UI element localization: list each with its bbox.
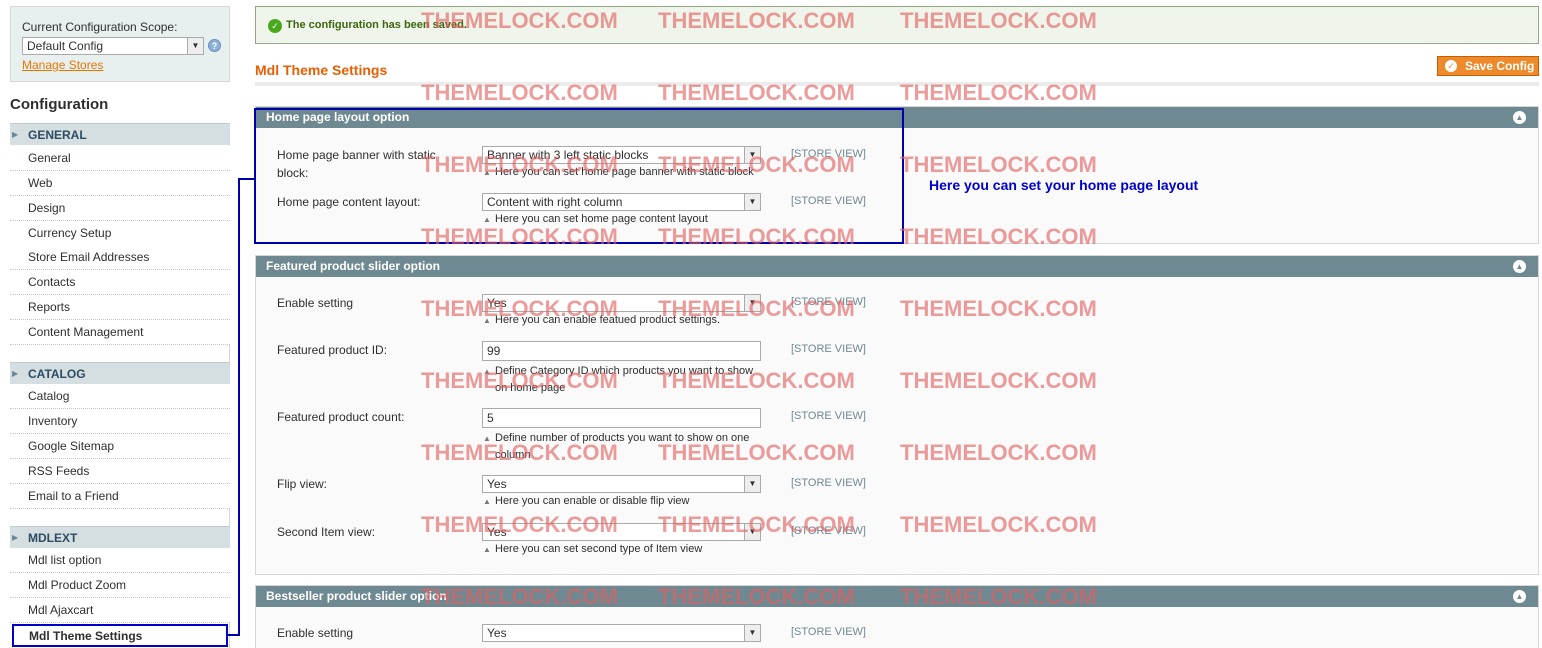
fieldset-bestseller-slider: Bestseller product slider option ▲ Enabl… [255,585,1539,648]
note-triangle-icon: ▲ [483,545,491,554]
sidebar-item-currency-setup[interactable]: Currency Setup [10,221,230,246]
section-label: GENERAL [28,128,87,142]
section-catalog[interactable]: ▶ CATALOG [10,362,230,384]
chevron-down-icon: ▼ [744,295,760,311]
scope-tag: [STORE VIEW] [791,626,866,638]
success-message-text: The configuration has been saved. [286,19,467,31]
annotation-connector [238,178,254,180]
sidebar-item-mdl-theme-settings[interactable]: Mdl Theme Settings [12,624,228,647]
note-triangle-icon: ▲ [483,434,491,443]
manage-stores-link[interactable]: Manage Stores [22,58,103,72]
row-note: ▲ Here you can set second type of Item v… [482,541,761,558]
row-note-text: Define number of products you want to sh… [495,432,750,461]
scope-select[interactable]: Default Config ▼ [22,37,204,55]
collapse-icon[interactable]: ▲ [1513,590,1526,603]
sidebar-item-mdl-product-zoom[interactable]: Mdl Product Zoom [10,573,230,598]
scope-tag: [STORE VIEW] [791,410,866,422]
annotation-highlight-box [254,108,904,244]
section-label: CATALOG [28,367,86,381]
annotation-text: Here you can set your home page layout [929,177,1199,193]
row-note-text: Here you can enable featued product sett… [495,314,721,326]
scope-select-value: Default Config [27,39,104,53]
save-config-label: Save Config [1465,59,1535,73]
fieldset-title: Featured product slider option [266,259,441,273]
row-note: ▲ Here you can enable or disable flip vi… [482,493,761,510]
scope-tag: [STORE VIEW] [791,477,866,489]
title-divider [255,82,1539,86]
flip-view-select[interactable]: Yes ▼ [482,475,761,493]
sidebar-item-google-sitemap[interactable]: Google Sitemap [10,434,230,459]
featured-product-id-input[interactable]: 99 [482,341,761,361]
chevron-down-icon: ▼ [187,38,203,54]
row-label: Featured product count: [277,410,405,424]
sidebar-item-inventory[interactable]: Inventory [10,409,230,434]
sidebar-title: Configuration [10,96,109,113]
annotation-connector [238,178,240,635]
row-label: Second Item view: [277,525,376,539]
row-note: ▲ Here you can enable featued product se… [482,312,761,329]
scope-switcher: Current Configuration Scope: Default Con… [10,6,230,82]
row-label: Flip view: [277,477,328,491]
expand-triangle-icon: ▶ [12,369,19,378]
row-label: Featured product ID: [277,343,388,357]
fieldset-featured-slider: Featured product slider option ▲ Enable … [255,255,1539,575]
sidebar-item-reports[interactable]: Reports [10,295,230,320]
sidebar-item-design[interactable]: Design [10,196,230,221]
sidebar-item-catalog[interactable]: Catalog [10,384,230,409]
scope-label: Current Configuration Scope: [22,20,178,34]
second-item-view-select[interactable]: Yes ▼ [482,523,761,541]
row-note: ▲ Define Category ID which products you … [482,363,761,397]
collapse-icon[interactable]: ▲ [1513,111,1526,124]
sidebar-item-rss-feeds[interactable]: RSS Feeds [10,459,230,484]
expand-triangle-icon: ▶ [12,130,19,139]
help-icon[interactable]: ? [208,39,221,52]
chevron-down-icon: ▼ [744,524,760,540]
featured-product-count-input[interactable]: 5 [482,408,761,428]
save-icon: ✓ [1445,60,1457,72]
row-note-text: Here you can enable or disable flip view [495,495,690,507]
row-note-text: Define Category ID which products you wa… [495,365,754,394]
scope-tag: [STORE VIEW] [791,343,866,355]
success-message: ✓ The configuration has been saved. [255,6,1539,44]
scope-tag: [STORE VIEW] [791,525,866,537]
sidebar-item-store-email[interactable]: Store Email Addresses [10,245,230,270]
note-triangle-icon: ▲ [483,367,491,376]
sidebar-item-content-management[interactable]: Content Management [10,320,230,345]
sidebar-item-web[interactable]: Web [10,171,230,196]
sidebar-item-general[interactable]: General [10,146,230,171]
note-triangle-icon: ▲ [483,316,491,325]
select-value: Yes [487,477,507,491]
row-label: Enable setting [277,296,354,310]
sidebar-item-mdl-ajaxcart[interactable]: Mdl Ajaxcart [10,598,230,623]
select-value: Yes [487,296,507,310]
fieldset-header[interactable]: Bestseller product slider option ▲ [256,586,1538,607]
annotation-connector [228,634,240,636]
scope-tag: [STORE VIEW] [791,296,866,308]
expand-triangle-icon: ▶ [12,533,19,542]
main-content: ✓ The configuration has been saved. Mdl … [255,0,1539,648]
check-icon: ✓ [268,19,282,33]
save-config-button[interactable]: ✓ Save Config [1437,56,1539,76]
select-value: Yes [487,525,507,539]
select-value: Yes [487,626,507,640]
fieldset-title: Bestseller product slider option [266,589,447,603]
row-label: Enable setting [277,626,354,640]
chevron-down-icon: ▼ [744,625,760,641]
sidebar-item-email-friend[interactable]: Email to a Friend [10,484,230,509]
chevron-down-icon: ▼ [744,476,760,492]
bestseller-enable-select[interactable]: Yes ▼ [482,624,761,642]
section-mdlext[interactable]: ▶ MDLEXT [10,526,230,548]
section-general[interactable]: ▶ GENERAL [10,123,230,145]
sidebar-item-contacts[interactable]: Contacts [10,270,230,295]
row-note: ▲ Define number of products you want to … [482,430,761,464]
collapse-icon[interactable]: ▲ [1513,260,1526,273]
sidebar: Current Configuration Scope: Default Con… [10,0,230,648]
row-note-text: Here you can set second type of Item vie… [495,543,703,555]
page-title: Mdl Theme Settings [255,62,388,78]
sidebar-item-mdl-list-option[interactable]: Mdl list option [10,548,230,573]
featured-enable-select[interactable]: Yes ▼ [482,294,761,312]
fieldset-header[interactable]: Featured product slider option ▲ [256,256,1538,277]
note-triangle-icon: ▲ [483,497,491,506]
section-label: MDLEXT [28,531,78,545]
